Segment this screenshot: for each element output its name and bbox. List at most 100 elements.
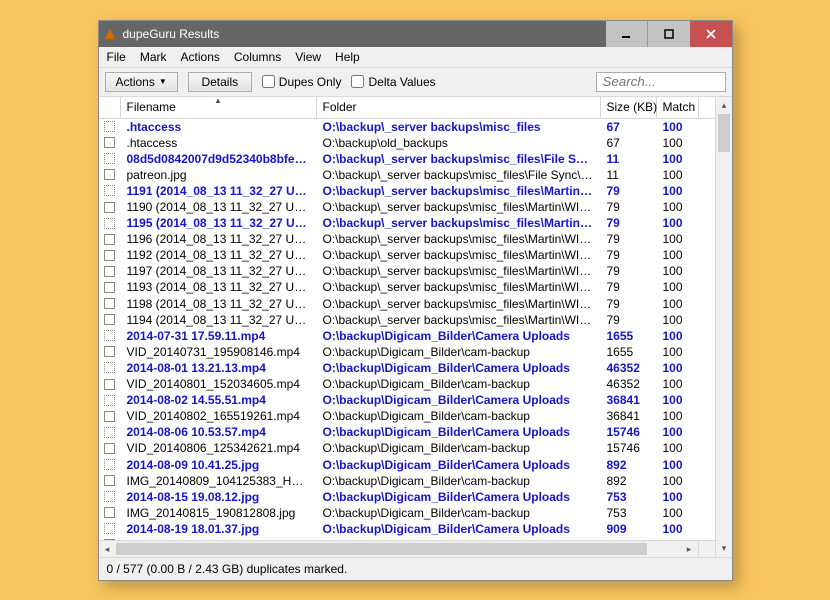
- dupes-only-checkbox-input[interactable]: [262, 75, 275, 88]
- menu-help[interactable]: Help: [335, 50, 360, 64]
- delta-values-checkbox[interactable]: Delta Values: [351, 75, 435, 89]
- column-filename[interactable]: Filename ▲: [121, 97, 317, 118]
- details-button[interactable]: Details: [188, 72, 252, 92]
- search-input[interactable]: [596, 72, 726, 92]
- row-checkbox[interactable]: [99, 234, 121, 245]
- checkbox-disabled-icon[interactable]: [104, 121, 115, 132]
- checkbox-disabled-icon[interactable]: [104, 427, 115, 438]
- table-row[interactable]: 1190 (2014_08_13 11_32_27 UTC).001O:\bac…: [99, 199, 715, 215]
- table-row[interactable]: 2014-07-31 17.59.11.mp4O:\backup\Digicam…: [99, 328, 715, 344]
- column-checkbox[interactable]: [99, 97, 121, 118]
- checkbox-disabled-icon[interactable]: [104, 491, 115, 502]
- checkbox-icon[interactable]: [104, 137, 115, 148]
- menu-actions[interactable]: Actions: [181, 50, 220, 64]
- row-checkbox[interactable]: [99, 330, 121, 341]
- row-checkbox[interactable]: [99, 443, 121, 454]
- table-row[interactable]: 2014-08-15 19.08.12.jpgO:\backup\Digicam…: [99, 489, 715, 505]
- checkbox-disabled-icon[interactable]: [104, 330, 115, 341]
- table-row[interactable]: 2014-08-09 10.41.25.jpgO:\backup\Digicam…: [99, 456, 715, 472]
- table-row[interactable]: VID_20140802_165519261.mp4O:\backup\Digi…: [99, 408, 715, 424]
- row-checkbox[interactable]: [99, 411, 121, 422]
- row-checkbox[interactable]: [99, 507, 121, 518]
- table-row[interactable]: 1195 (2014_08_13 11_32_27 UTC).001O:\bac…: [99, 215, 715, 231]
- row-checkbox[interactable]: [99, 169, 121, 180]
- maximize-button[interactable]: [648, 21, 690, 47]
- delta-values-checkbox-input[interactable]: [351, 75, 364, 88]
- table-row[interactable]: .htaccessO:\backup\_server backups\misc_…: [99, 119, 715, 135]
- row-checkbox[interactable]: [99, 346, 121, 357]
- row-checkbox[interactable]: [99, 523, 121, 534]
- scroll-left-icon[interactable]: ◂: [99, 541, 116, 557]
- checkbox-disabled-icon[interactable]: [104, 185, 115, 196]
- dupes-only-checkbox[interactable]: Dupes Only: [262, 75, 342, 89]
- table-row[interactable]: 1198 (2014_08_13 11_32_27 UTC).001O:\bac…: [99, 296, 715, 312]
- checkbox-icon[interactable]: [104, 411, 115, 422]
- menu-file[interactable]: File: [107, 50, 126, 64]
- actions-dropdown-button[interactable]: Actions ▼: [105, 72, 178, 92]
- vertical-scrollbar[interactable]: ▴ ▾: [715, 97, 732, 557]
- column-folder[interactable]: Folder: [317, 97, 601, 118]
- checkbox-disabled-icon[interactable]: [104, 153, 115, 164]
- checkbox-icon[interactable]: [104, 234, 115, 245]
- table-row[interactable]: 2014-08-19 18.01.37.jpgO:\backup\Digicam…: [99, 521, 715, 537]
- scroll-up-icon[interactable]: ▴: [716, 97, 733, 114]
- row-checkbox[interactable]: [99, 491, 121, 502]
- table-row[interactable]: IMG_20140809_104125383_HDR.jpgO:\backup\…: [99, 473, 715, 489]
- checkbox-icon[interactable]: [104, 346, 115, 357]
- checkbox-icon[interactable]: [104, 298, 115, 309]
- checkbox-icon[interactable]: [104, 202, 115, 213]
- row-checkbox[interactable]: [99, 266, 121, 277]
- scroll-right-icon[interactable]: ▸: [681, 541, 698, 557]
- row-checkbox[interactable]: [99, 314, 121, 325]
- row-checkbox[interactable]: [99, 395, 121, 406]
- v-scroll-thumb[interactable]: [718, 114, 730, 152]
- checkbox-icon[interactable]: [104, 250, 115, 261]
- menu-view[interactable]: View: [295, 50, 321, 64]
- table-row[interactable]: 2014-08-02 14.55.51.mp4O:\backup\Digicam…: [99, 392, 715, 408]
- titlebar[interactable]: dupeGuru Results: [99, 21, 732, 47]
- checkbox-disabled-icon[interactable]: [104, 362, 115, 373]
- checkbox-icon[interactable]: [104, 282, 115, 293]
- table-row[interactable]: 1196 (2014_08_13 11_32_27 UTC).001O:\bac…: [99, 231, 715, 247]
- horizontal-scrollbar[interactable]: ◂ ▸: [99, 540, 715, 557]
- checkbox-icon[interactable]: [104, 266, 115, 277]
- table-row[interactable]: .htaccessO:\backup\old_backups67100: [99, 135, 715, 151]
- table-row[interactable]: VID_20140806_125342621.mp4O:\backup\Digi…: [99, 440, 715, 456]
- close-button[interactable]: [690, 21, 732, 47]
- checkbox-icon[interactable]: [104, 379, 115, 390]
- row-checkbox[interactable]: [99, 282, 121, 293]
- row-checkbox[interactable]: [99, 218, 121, 229]
- row-checkbox[interactable]: [99, 379, 121, 390]
- row-checkbox[interactable]: [99, 298, 121, 309]
- table-row[interactable]: 08d5d0842007d9d52340b8bfe7a02...O:\backu…: [99, 151, 715, 167]
- checkbox-disabled-icon[interactable]: [104, 395, 115, 406]
- table-row[interactable]: 1193 (2014_08_13 11_32_27 UTC).001O:\bac…: [99, 279, 715, 295]
- table-row[interactable]: VID_20140731_195908146.mp4O:\backup\Digi…: [99, 344, 715, 360]
- column-size[interactable]: Size (KB): [601, 97, 657, 118]
- table-row[interactable]: 2014-08-01 13.21.13.mp4O:\backup\Digicam…: [99, 360, 715, 376]
- checkbox-icon[interactable]: [104, 475, 115, 486]
- checkbox-icon[interactable]: [104, 443, 115, 454]
- row-checkbox[interactable]: [99, 185, 121, 196]
- column-match[interactable]: Match: [657, 97, 699, 118]
- table-row[interactable]: IMG_20140815_190812808.jpgO:\backup\Digi…: [99, 505, 715, 521]
- checkbox-icon[interactable]: [104, 314, 115, 325]
- table-row[interactable]: VID_20140801_152034605.mp4O:\backup\Digi…: [99, 376, 715, 392]
- row-checkbox[interactable]: [99, 121, 121, 132]
- scroll-down-icon[interactable]: ▾: [716, 540, 733, 557]
- table-row[interactable]: 1191 (2014_08_13 11_32_27 UTC).001O:\bac…: [99, 183, 715, 199]
- table-row[interactable]: patreon.jpgO:\backup\_server backups\mis…: [99, 167, 715, 183]
- checkbox-disabled-icon[interactable]: [104, 459, 115, 470]
- table-row[interactable]: 1192 (2014_08_13 11_32_27 UTC).001O:\bac…: [99, 247, 715, 263]
- checkbox-disabled-icon[interactable]: [104, 523, 115, 534]
- row-checkbox[interactable]: [99, 153, 121, 164]
- row-checkbox[interactable]: [99, 459, 121, 470]
- table-row[interactable]: 2014-08-06 10.53.57.mp4O:\backup\Digicam…: [99, 424, 715, 440]
- checkbox-icon[interactable]: [104, 169, 115, 180]
- checkbox-disabled-icon[interactable]: [104, 218, 115, 229]
- row-checkbox[interactable]: [99, 250, 121, 261]
- menu-columns[interactable]: Columns: [234, 50, 281, 64]
- menu-mark[interactable]: Mark: [140, 50, 167, 64]
- minimize-button[interactable]: [606, 21, 648, 47]
- row-checkbox[interactable]: [99, 137, 121, 148]
